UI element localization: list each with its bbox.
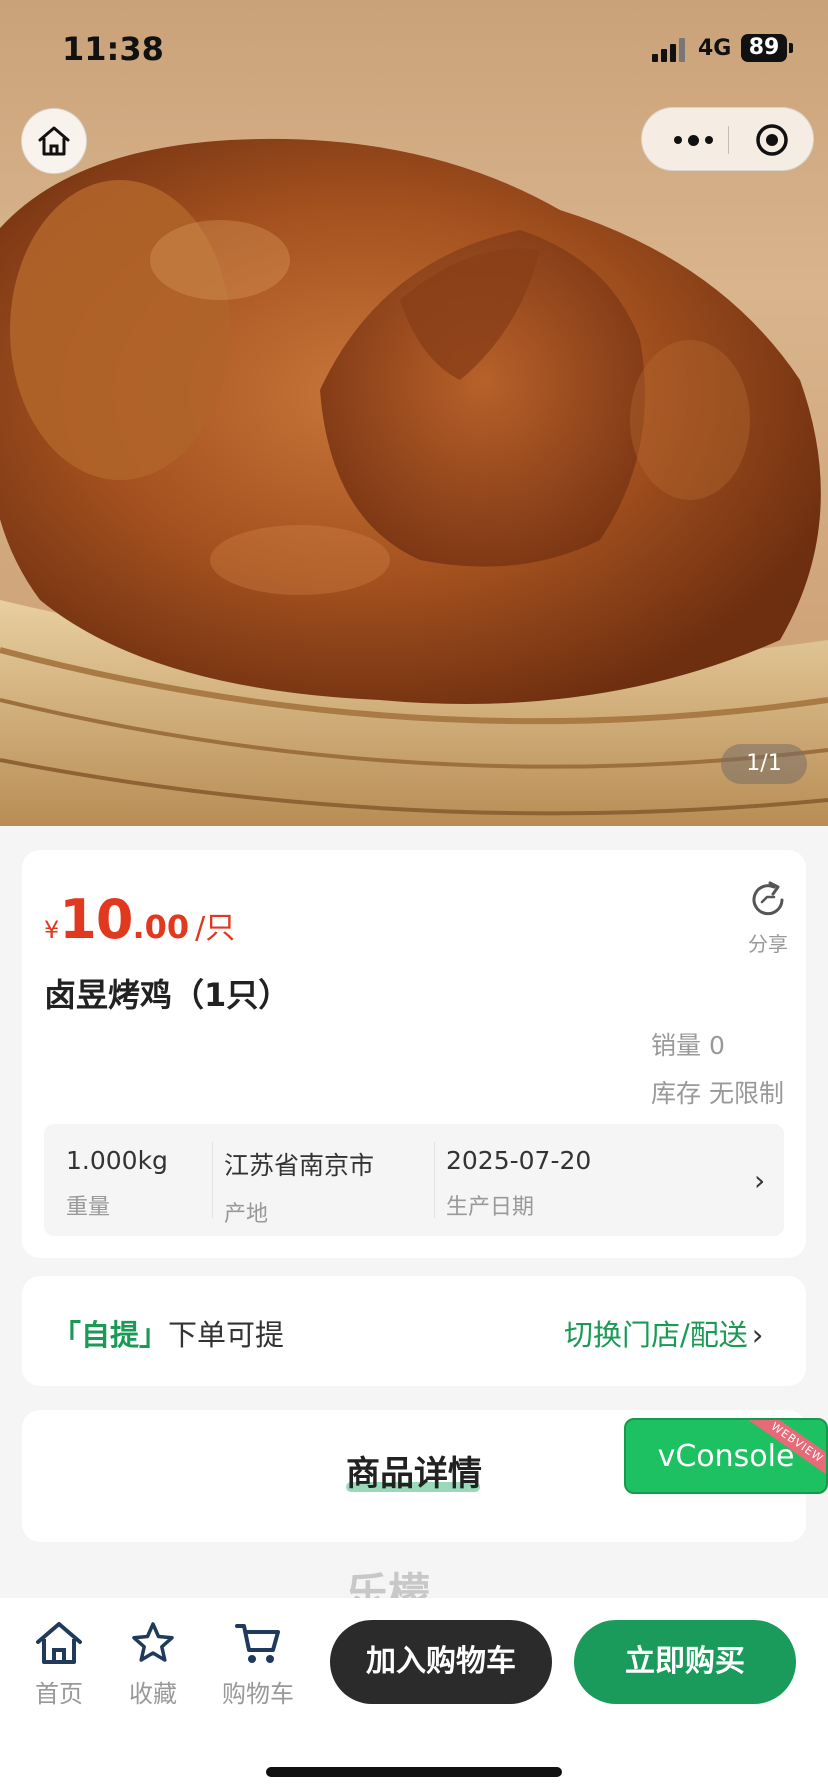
nav-home[interactable]: 首页	[30, 1620, 88, 1709]
stock-info: 库存 无限制	[651, 1079, 784, 1108]
star-icon	[132, 1622, 174, 1662]
capsule-divider	[728, 126, 729, 154]
signal-icon	[652, 38, 685, 62]
spec-weight: 1.000kg 重量	[66, 1146, 168, 1221]
spec-divider	[434, 1142, 435, 1218]
network-type: 4G	[698, 36, 732, 61]
share-icon	[752, 881, 784, 916]
switch-store-label: 切换门店/配送	[564, 1318, 748, 1352]
nav-cart[interactable]: 购物车	[218, 1620, 298, 1709]
nav-favorite[interactable]: 收藏	[124, 1620, 182, 1709]
product-price: ¥10.00/只	[44, 888, 235, 951]
close-miniprogram-icon[interactable]	[755, 123, 789, 157]
battery-icon: 89	[741, 34, 787, 62]
nav-cart-label: 购物车	[222, 1680, 294, 1708]
status-bar: 11:38 4G 89	[0, 0, 828, 100]
spec-label: 产地	[224, 1202, 269, 1227]
battery-tip	[789, 43, 793, 53]
product-title: 卤昱烤鸡（1只）	[44, 976, 291, 1014]
chevron-right-icon: ›	[751, 1318, 764, 1352]
home-button[interactable]	[21, 108, 87, 174]
vconsole-button[interactable]: vConsole WEBVIEW	[624, 1418, 828, 1494]
spec-label: 生产日期	[446, 1195, 535, 1220]
image-counter: 1/1	[721, 744, 807, 784]
cart-icon	[235, 1624, 280, 1663]
more-options-button[interactable]	[666, 126, 720, 154]
sales-count: 销量 0	[651, 1031, 725, 1060]
pickup-info: 「自提」下单可提	[52, 1312, 284, 1354]
spec-value: 1.000kg	[66, 1146, 168, 1175]
price-decimal: .00	[132, 908, 190, 946]
spec-label: 重量	[66, 1195, 111, 1220]
add-to-cart-button[interactable]: 加入购物车	[330, 1620, 552, 1704]
price-unit: /只	[195, 911, 236, 946]
home-icon	[38, 126, 70, 156]
bottom-action-bar: 首页 收藏 购物车 加入购物车 立即购买	[0, 1598, 828, 1792]
vconsole-label: vConsole	[657, 1438, 795, 1474]
pickup-card: 「自提」下单可提 切换门店/配送 ›	[22, 1276, 806, 1386]
product-info-card: ¥10.00/只 分享 卤昱烤鸡（1只） 销量 0 库存 无限制 1.000kg…	[22, 850, 806, 1258]
price-symbol: ¥	[44, 916, 60, 944]
share-label: 分享	[748, 932, 788, 956]
product-image-gallery[interactable]: 11:38 4G 89 1/1	[0, 0, 828, 826]
buy-now-button[interactable]: 立即购买	[574, 1620, 796, 1704]
spec-value: 江苏省南京市	[224, 1151, 375, 1180]
spec-value: 2025-07-20	[446, 1146, 592, 1175]
status-time: 11:38	[62, 30, 164, 68]
spec-production-date: 2025-07-20 生产日期	[446, 1146, 591, 1221]
pickup-text: 下单可提	[168, 1318, 285, 1352]
tab-product-detail[interactable]: 商品详情	[346, 1446, 482, 1495]
nav-favorite-label: 收藏	[129, 1680, 177, 1708]
share-button[interactable]: 分享	[738, 880, 798, 957]
spec-divider	[212, 1142, 213, 1218]
product-specs[interactable]: 1.000kg 重量 江苏省南京市 产地 2025-07-20 生产日期 ›	[44, 1124, 784, 1236]
price-integer: 10	[59, 888, 133, 951]
switch-store-delivery-link[interactable]: 切换门店/配送 ›	[564, 1312, 763, 1354]
pickup-tag: 「自提」	[52, 1318, 169, 1352]
chevron-right-icon: ›	[754, 1164, 766, 1197]
nav-home-label: 首页	[35, 1680, 83, 1708]
miniprogram-capsule	[641, 107, 814, 171]
home-indicator	[266, 1767, 562, 1777]
spec-origin: 江苏省南京市 产地	[224, 1146, 374, 1228]
home-icon	[36, 1622, 82, 1664]
